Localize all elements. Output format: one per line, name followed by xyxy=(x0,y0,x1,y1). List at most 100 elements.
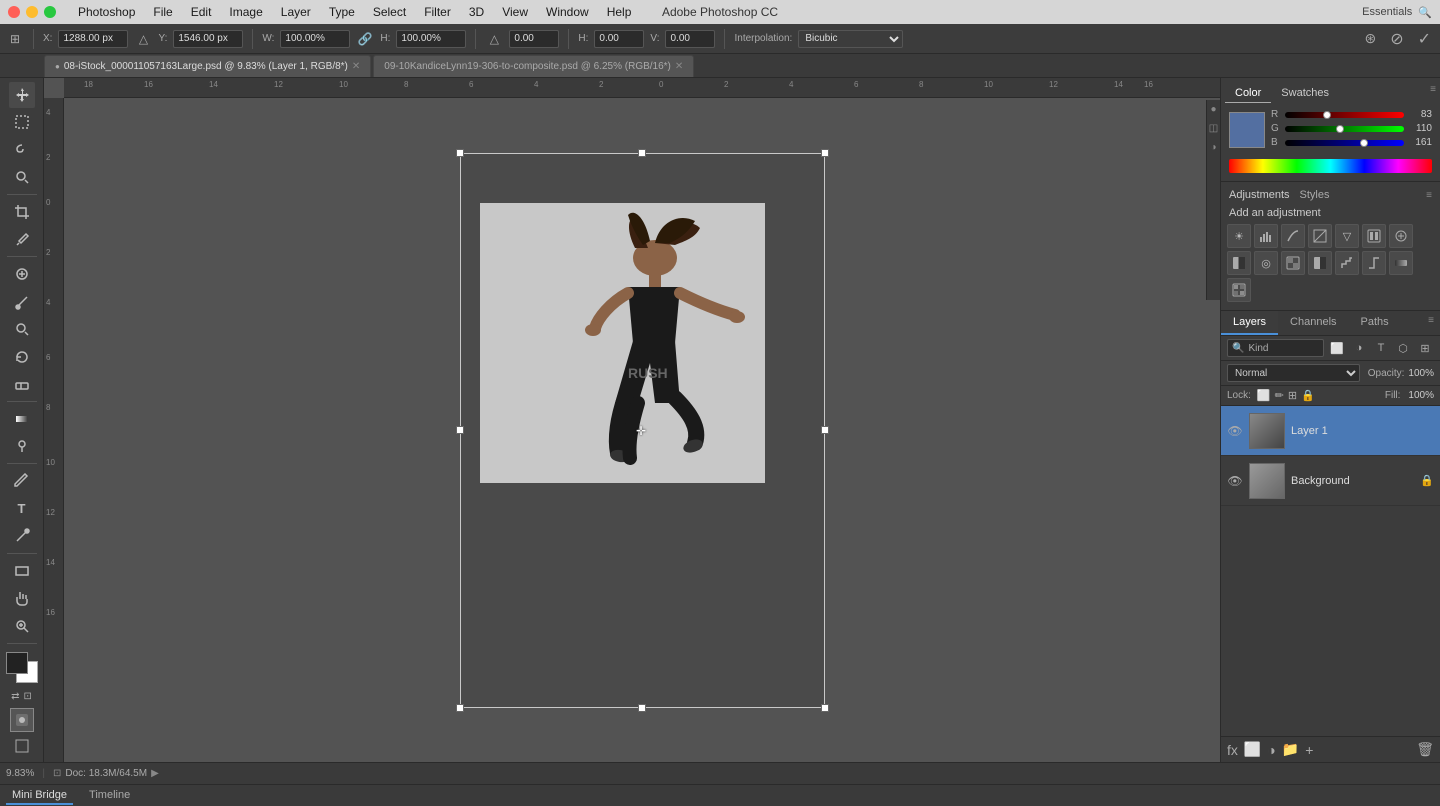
transform-handle-ml[interactable] xyxy=(456,426,464,434)
lock-artboard-icon[interactable]: ⊞ xyxy=(1288,389,1297,402)
add-mask-button[interactable]: ⬜ xyxy=(1244,741,1261,758)
menu-view[interactable]: View xyxy=(494,3,536,21)
channels-tab[interactable]: Channels xyxy=(1278,311,1348,335)
minimize-button[interactable] xyxy=(26,6,38,18)
essentials-dropdown[interactable]: Essentials xyxy=(1362,6,1412,18)
menu-file[interactable]: File xyxy=(145,3,180,21)
interpolation-select[interactable]: Bicubic Bilinear Nearest Neighbor xyxy=(798,30,903,48)
transform-handle-tc[interactable] xyxy=(638,149,646,157)
menu-window[interactable]: Window xyxy=(538,3,597,21)
warp-icon[interactable]: ⊛ xyxy=(1361,30,1379,47)
exposure-adjustment[interactable] xyxy=(1308,224,1332,248)
panel-icon-layers[interactable]: ◫ xyxy=(1209,123,1218,134)
opacity-value[interactable]: 100% xyxy=(1408,368,1434,379)
dodge-tool[interactable] xyxy=(9,434,35,460)
swap-colors-icon[interactable]: ⇄ xyxy=(11,691,19,702)
styles-tab[interactable]: Styles xyxy=(1300,189,1330,201)
menu-photoshop[interactable]: Photoshop xyxy=(70,3,143,21)
blue-slider[interactable] xyxy=(1285,140,1404,146)
rectangle-tool[interactable] xyxy=(9,558,35,584)
threshold-adjustment[interactable] xyxy=(1362,251,1386,275)
posterize-adjustment[interactable] xyxy=(1335,251,1359,275)
panel-icon-adjustments[interactable]: ◑ xyxy=(1210,142,1216,153)
heal-tool[interactable] xyxy=(9,261,35,287)
layer-item-layer1[interactable]: 👁 Layer 1 xyxy=(1221,406,1440,456)
transform-handle-mr[interactable] xyxy=(821,426,829,434)
background-visibility[interactable]: 👁 xyxy=(1227,474,1243,488)
x-input[interactable] xyxy=(58,30,128,48)
channel-mixer-adjustment[interactable] xyxy=(1281,251,1305,275)
timeline-tab[interactable]: Timeline xyxy=(83,787,136,805)
h-skew-input[interactable] xyxy=(594,30,644,48)
pixel-layer-filter[interactable]: ⬜ xyxy=(1328,339,1346,357)
crop-tool[interactable] xyxy=(9,199,35,225)
h-input[interactable] xyxy=(396,30,466,48)
transform-handle-bl[interactable] xyxy=(456,704,464,712)
green-slider[interactable] xyxy=(1285,126,1404,132)
path-select-tool[interactable] xyxy=(9,523,35,549)
transform-handle-br[interactable] xyxy=(821,704,829,712)
paths-tab[interactable]: Paths xyxy=(1349,311,1401,335)
levels-adjustment[interactable] xyxy=(1254,224,1278,248)
blue-thumb[interactable] xyxy=(1360,139,1368,147)
layer-1-visibility[interactable]: 👁 xyxy=(1227,424,1243,438)
add-adjustment-button[interactable]: ◑ xyxy=(1267,742,1275,758)
marquee-tool[interactable] xyxy=(9,110,35,136)
mini-bridge-tab[interactable]: Mini Bridge xyxy=(6,787,73,805)
panel-icon-color[interactable]: ● xyxy=(1210,104,1216,115)
selective-color-adjustment[interactable] xyxy=(1227,278,1251,302)
menu-layer[interactable]: Layer xyxy=(273,3,319,21)
pen-tool[interactable] xyxy=(9,468,35,494)
tab-doc-2[interactable]: 09-10KandiceLynn19-306-to-composite.psd … xyxy=(373,55,694,77)
panel-menu-icon[interactable]: ≡ xyxy=(1430,84,1436,103)
lasso-tool[interactable] xyxy=(9,137,35,163)
clone-tool[interactable] xyxy=(9,316,35,342)
status-arrow-btn[interactable]: ▶ xyxy=(151,768,159,779)
hand-tool[interactable] xyxy=(9,585,35,611)
menu-type[interactable]: Type xyxy=(321,3,363,21)
maximize-button[interactable] xyxy=(44,6,56,18)
new-layer-button[interactable]: + xyxy=(1305,742,1313,758)
tab-close-2[interactable]: ✕ xyxy=(675,61,683,72)
layer-item-background[interactable]: 👁 Background 🔒 xyxy=(1221,456,1440,506)
search-icon[interactable]: 🔍 xyxy=(1418,6,1432,19)
menu-help[interactable]: Help xyxy=(599,3,640,21)
w-input[interactable] xyxy=(280,30,350,48)
cancel-transform-btn[interactable]: ⊘ xyxy=(1387,29,1406,49)
hsl-adjustment[interactable] xyxy=(1362,224,1386,248)
brush-tool[interactable] xyxy=(9,289,35,315)
curves-adjustment[interactable] xyxy=(1281,224,1305,248)
transform-handle-tl[interactable] xyxy=(456,149,464,157)
green-thumb[interactable] xyxy=(1336,125,1344,133)
rotation-input[interactable] xyxy=(509,30,559,48)
adjustment-layer-filter[interactable]: ◑ xyxy=(1350,339,1368,357)
y-input[interactable] xyxy=(173,30,243,48)
v-skew-input[interactable] xyxy=(665,30,715,48)
layers-panel-menu[interactable]: ≡ xyxy=(1422,311,1440,335)
colorbalance-adjustment[interactable] xyxy=(1389,224,1413,248)
photo-filter-adjustment[interactable]: ◎ xyxy=(1254,251,1278,275)
layers-kind-filter[interactable]: 🔍 Kind xyxy=(1227,339,1324,357)
type-layer-filter[interactable]: T xyxy=(1372,339,1390,357)
smart-object-filter[interactable]: ⊞ xyxy=(1416,339,1434,357)
menu-select[interactable]: Select xyxy=(365,3,414,21)
color-swatch-preview[interactable] xyxy=(1229,112,1265,148)
add-fx-button[interactable]: fx xyxy=(1227,742,1238,758)
eyedropper-tool[interactable] xyxy=(9,227,35,253)
tab-close-1[interactable]: ✕ xyxy=(352,61,360,72)
red-slider[interactable] xyxy=(1285,112,1404,118)
quick-select-tool[interactable] xyxy=(9,165,35,191)
adjustments-tab[interactable]: Adjustments xyxy=(1229,189,1290,201)
vibrance-adjustment[interactable]: ▽ xyxy=(1335,224,1359,248)
adjustments-menu-icon[interactable]: ≡ xyxy=(1426,190,1432,201)
menu-3d[interactable]: 3D xyxy=(461,3,492,21)
transform-handle-tr[interactable] xyxy=(821,149,829,157)
menu-edit[interactable]: Edit xyxy=(183,3,220,21)
lock-pixels-icon[interactable]: ⬜ xyxy=(1257,389,1271,402)
default-colors-icon[interactable]: ⊡ xyxy=(24,691,32,702)
invert-adjustment[interactable] xyxy=(1308,251,1332,275)
foreground-background-colors[interactable] xyxy=(6,652,38,683)
link-icon[interactable]: 🔗 xyxy=(356,30,374,48)
tab-doc-1[interactable]: ● 08-iStock_000011057163Large.psd @ 9.83… xyxy=(44,55,371,77)
new-group-button[interactable]: 📁 xyxy=(1282,741,1299,758)
